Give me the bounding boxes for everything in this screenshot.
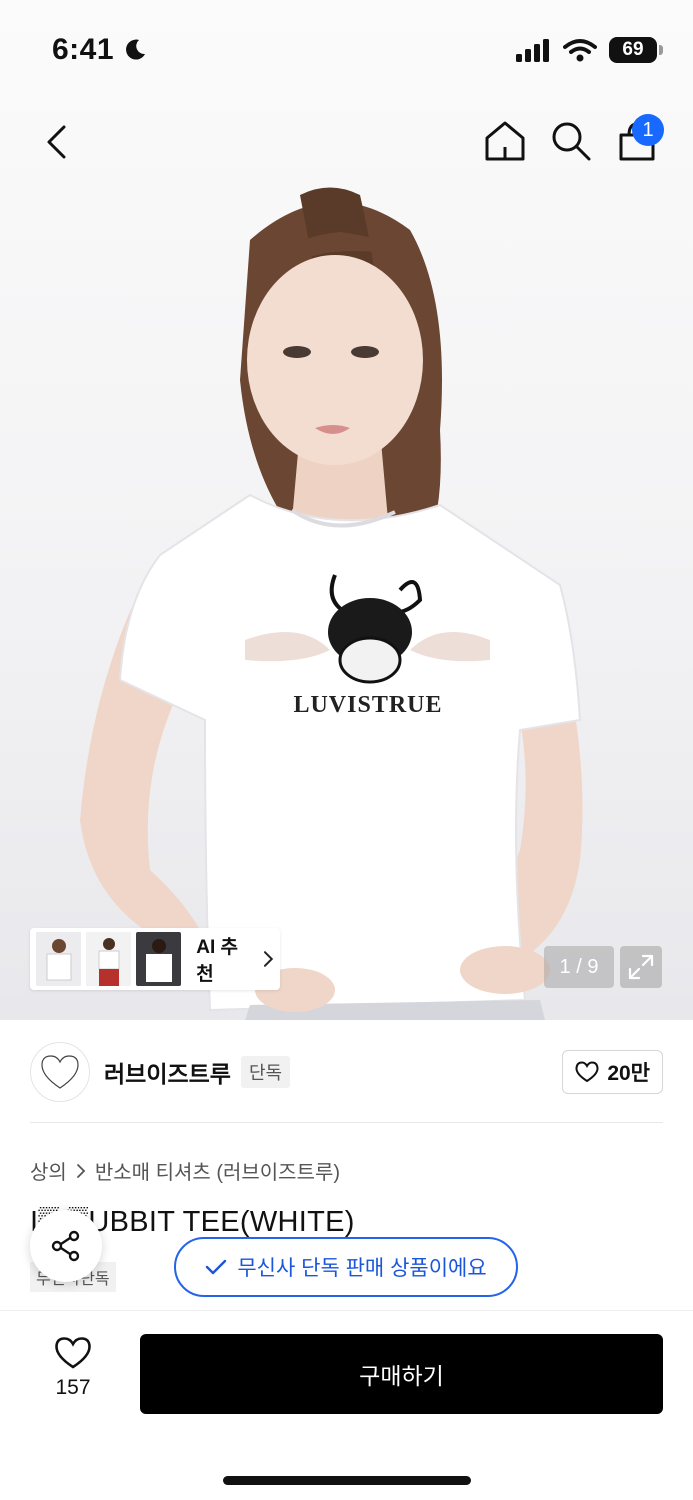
ai-recommend-button[interactable]: AI 추천 — [30, 928, 280, 990]
share-button[interactable] — [30, 1210, 102, 1282]
tee-print-text: LUVISTRUE — [293, 692, 442, 718]
wishlist-count: 157 — [55, 1376, 91, 1399]
brand-like-count: 20만 — [607, 1062, 650, 1085]
buy-button[interactable]: 구매하기 — [140, 1334, 663, 1414]
home-button[interactable] — [482, 118, 528, 164]
chevron-right-icon — [76, 1163, 86, 1178]
breadcrumb-item-category[interactable]: 상의 — [30, 1156, 67, 1185]
back-button[interactable] — [34, 120, 78, 164]
status-bar: 6:41 69 — [0, 0, 693, 100]
signal-icon — [516, 39, 549, 62]
cart-count-badge: 1 — [632, 114, 664, 146]
moon-icon — [126, 39, 146, 60]
exclusive-sale-toast: 무신사 단독 판매 상품이에요 — [174, 1237, 518, 1297]
battery-level: 69 — [622, 39, 644, 60]
heart-logo-icon — [41, 1055, 79, 1089]
search-button[interactable] — [548, 118, 594, 164]
wishlist-button[interactable]: 157 — [40, 1336, 106, 1400]
search-icon — [552, 122, 591, 161]
status-time: 6:41 — [52, 33, 148, 67]
wifi-icon — [563, 39, 597, 62]
brand-logo[interactable] — [30, 1042, 90, 1102]
brand-like-button[interactable]: 20만 — [562, 1050, 663, 1094]
chevron-left-icon — [47, 125, 66, 159]
check-icon — [206, 1259, 227, 1275]
status-icons: 69 — [515, 37, 663, 63]
image-page-counter: 1 / 9 — [544, 946, 614, 988]
brand-row: 러브이즈트루 단독 20만 — [30, 1040, 663, 1104]
chevron-right-icon — [264, 951, 274, 967]
expand-image-button[interactable] — [620, 946, 662, 988]
exclusive-toast-text: 무신사 단독 판매 상품이에요 — [237, 1257, 487, 1280]
brand-name[interactable]: 러브이즈트루 — [104, 1055, 231, 1089]
divider — [30, 1122, 663, 1123]
ai-thumb-2 — [86, 932, 132, 986]
top-nav — [0, 100, 693, 184]
clock-text: 6:41 — [52, 33, 115, 66]
brand-exclusive-badge: 단독 — [240, 1056, 291, 1088]
breadcrumb-item-subcategory[interactable]: 반소매 티셔츠 (러브이즈트루) — [95, 1156, 340, 1185]
home-indicator[interactable] — [223, 1476, 471, 1485]
ai-thumb-1 — [36, 932, 82, 986]
heart-icon — [575, 1061, 599, 1083]
home-icon — [485, 121, 525, 161]
battery-icon: 69 — [609, 37, 663, 63]
expand-icon — [628, 954, 654, 980]
ai-recommend-text: AI 추천 — [196, 937, 239, 985]
breadcrumb: 상의 반소매 티셔츠 (러브이즈트루) — [30, 1156, 340, 1185]
heart-icon — [55, 1337, 91, 1369]
ai-recommend-label: AI 추천 — [196, 932, 274, 986]
ai-thumb-3 — [136, 932, 182, 986]
share-icon — [51, 1230, 80, 1262]
